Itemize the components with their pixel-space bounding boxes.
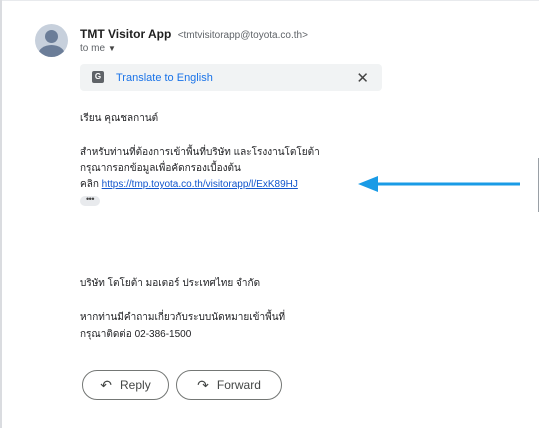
- contact-line-1: หากท่านมีคำถามเกี่ยวกับระบบนัดหมายเข้าพื…: [80, 312, 286, 323]
- sender-line: TMT Visitor App <tmtvisitorapp@toyota.co…: [80, 27, 308, 41]
- to-me-label: to me: [80, 43, 106, 54]
- sender-address: <tmtvisitorapp@toyota.co.th>: [177, 30, 308, 41]
- translate-icon: G: [92, 71, 104, 83]
- company-name: บริษัท โตโยต้า มอเตอร์ ประเทศไทย จำกัด: [80, 278, 261, 289]
- avatar-body: [38, 45, 65, 57]
- annotation-arrow: [358, 176, 520, 192]
- link-line: คลิก https://tmp.toyota.co.th/visitorapp…: [80, 177, 298, 192]
- forward-icon: ↷: [197, 376, 209, 393]
- sender-avatar[interactable]: [35, 24, 68, 57]
- recipient-details[interactable]: to me ▼: [80, 43, 116, 54]
- body-line-2: กรุณากรอกข้อมูลเพื่อคัดกรองเบื้องต้น: [80, 163, 241, 174]
- click-label: คลิก: [80, 179, 99, 190]
- sender-name[interactable]: TMT Visitor App: [80, 27, 171, 41]
- reply-button[interactable]: ↶ Reply: [82, 370, 169, 400]
- left-border: [0, 0, 2, 428]
- body-line-1: สำหรับท่านที่ต้องการเข้าพื้นที่บริษัท แล…: [80, 147, 320, 158]
- top-border: [0, 0, 539, 1]
- chevron-down-icon[interactable]: ▼: [108, 44, 116, 53]
- reply-icon: ↶: [100, 376, 113, 393]
- contact-line-2: กรุณาติดต่อ 02-386-1500: [80, 329, 192, 340]
- translate-link[interactable]: Translate to English: [116, 72, 213, 84]
- greeting: เรียน คุณชลกานต์: [80, 113, 159, 124]
- avatar-head: [45, 30, 58, 43]
- reply-label: Reply: [120, 378, 151, 392]
- translate-bar: G Translate to English ✕: [80, 64, 382, 91]
- forward-button[interactable]: ↷ Forward: [176, 370, 282, 400]
- forward-label: Forward: [216, 378, 261, 392]
- visitor-link[interactable]: https://tmp.toyota.co.th/visitorapp/l/Ex…: [102, 179, 298, 190]
- close-icon[interactable]: ✕: [356, 69, 369, 87]
- show-trimmed-content-button[interactable]: •••: [80, 195, 100, 206]
